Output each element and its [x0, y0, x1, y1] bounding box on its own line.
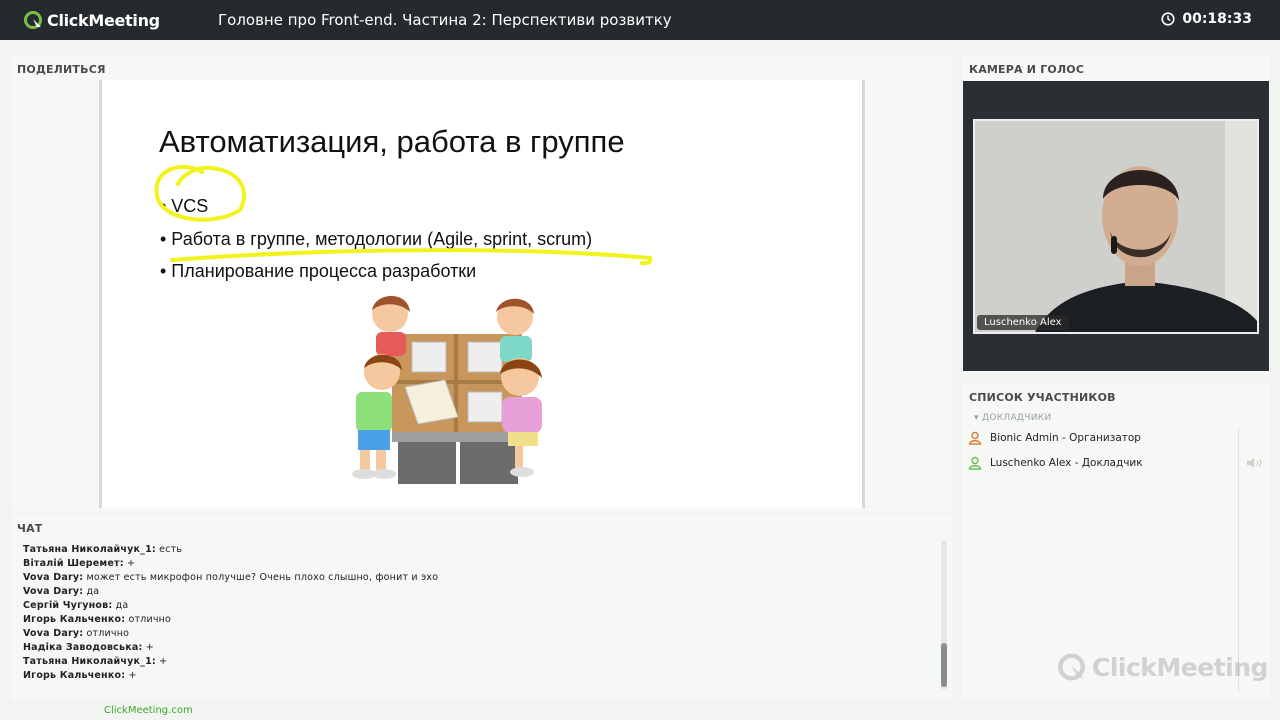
- chat-text: +: [145, 642, 154, 653]
- participant-row[interactable]: Bionic Admin - Организатор: [968, 428, 1238, 448]
- chat-message: Vova Dary: отлично: [23, 627, 923, 641]
- participant-role: - Докладчик: [1071, 457, 1143, 469]
- presenters-group[interactable]: ▾ ДОКЛАДЧИКИ: [974, 413, 1051, 423]
- clickmeeting-logo: ClickMeeting: [24, 9, 160, 31]
- chat-label: ЧАТ: [17, 522, 43, 535]
- share-label: ПОДЕЛИТЬСЯ: [17, 63, 106, 76]
- chat-message: Vova Dary: может есть микрофон получше? …: [23, 571, 923, 585]
- top-bar: ClickMeeting Головне про Front-end. Част…: [0, 0, 1280, 40]
- camera-label: КАМЕРА И ГОЛОС: [969, 63, 1085, 76]
- participant-row[interactable]: Luschenko Alex - Докладчик: [968, 453, 1238, 473]
- chat-message: Татьяна Николайчук_1: есть: [23, 543, 923, 557]
- chat-text: +: [159, 656, 168, 667]
- chat-message: Игорь Кальченко: отлично: [23, 613, 923, 627]
- chat-author: Сергій Чугунов:: [23, 600, 113, 611]
- chat-author: Игорь Кальченко:: [23, 670, 126, 681]
- chat-text: +: [128, 670, 137, 681]
- participant-role: - Организатор: [1058, 432, 1141, 444]
- chat-author: Vova Dary:: [23, 572, 84, 583]
- chat-message: Татьяна Николайчук_1: +: [23, 655, 923, 669]
- user-icon: [968, 431, 982, 445]
- chat-message: Сергій Чугунов: да: [23, 599, 923, 613]
- participant-name: Luschenko Alex: [990, 457, 1072, 469]
- chat-message-list: Татьяна Николайчук_1: есть Віталій Шерем…: [23, 543, 923, 683]
- presenter-video[interactable]: [973, 119, 1259, 334]
- group-label-text: ДОКЛАДЧИКИ: [981, 413, 1052, 423]
- chat-author: Игорь Кальченко:: [23, 614, 126, 625]
- group-bullet-icon: ▾: [974, 413, 982, 423]
- chat-message: Віталій Шеремет: +: [23, 557, 923, 571]
- chat-author: Віталій Шеремет:: [23, 558, 124, 569]
- chat-scrollbar-thumb[interactable]: [941, 643, 947, 687]
- chat-text: может есть микрофон получше? Очень плохо…: [86, 572, 439, 583]
- chat-author: Vova Dary:: [23, 628, 84, 639]
- chat-text: +: [126, 558, 136, 569]
- chat-author: Татьяна Николайчук_1:: [23, 656, 156, 667]
- brand-name: ClickMeeting: [47, 10, 160, 30]
- chat-author: Vova Dary:: [23, 586, 84, 597]
- clock-icon: [1161, 12, 1175, 26]
- clickmeeting-logo-icon: [24, 11, 42, 29]
- session-timer: 00:18:33: [1161, 11, 1252, 27]
- chat-author: Надіка Заводовська:: [23, 642, 143, 653]
- participant-name: Bionic Admin: [990, 432, 1059, 444]
- chat-author: Татьяна Николайчук_1:: [23, 544, 156, 555]
- presenter-name-tag: Luschenko Alex: [977, 315, 1069, 330]
- chat-message: Игорь Кальченко: +: [23, 669, 923, 683]
- teamwork-illustration: [352, 296, 542, 484]
- chat-text: отлично: [86, 628, 130, 639]
- user-icon: [968, 456, 982, 470]
- chat-message: Vova Dary: да: [23, 585, 923, 599]
- clickmeeting-watermark: ClickMeeting: [1058, 652, 1268, 682]
- chat-text: да: [86, 586, 100, 597]
- chat-text: отлично: [128, 614, 172, 625]
- presenter-video-frame: [975, 121, 1257, 332]
- participants-label: СПИСОК УЧАСТНИКОВ: [969, 391, 1116, 404]
- presentation-slide: Автоматизация, работа в группе • VCS • Р…: [99, 80, 865, 508]
- timer-value: 00:18:33: [1182, 11, 1252, 27]
- chat-text: есть: [159, 544, 183, 555]
- clickmeeting-link[interactable]: ClickMeeting.com: [104, 705, 193, 716]
- watermark-text: ClickMeeting: [1092, 652, 1268, 682]
- chat-message: Надіка Заводовська: +: [23, 641, 923, 655]
- meeting-title: Головне про Front-end. Частина 2: Перспе…: [218, 11, 672, 29]
- watermark-logo-icon: [1058, 653, 1085, 681]
- chat-text: да: [115, 600, 129, 611]
- speaker-icon[interactable]: [1246, 457, 1264, 469]
